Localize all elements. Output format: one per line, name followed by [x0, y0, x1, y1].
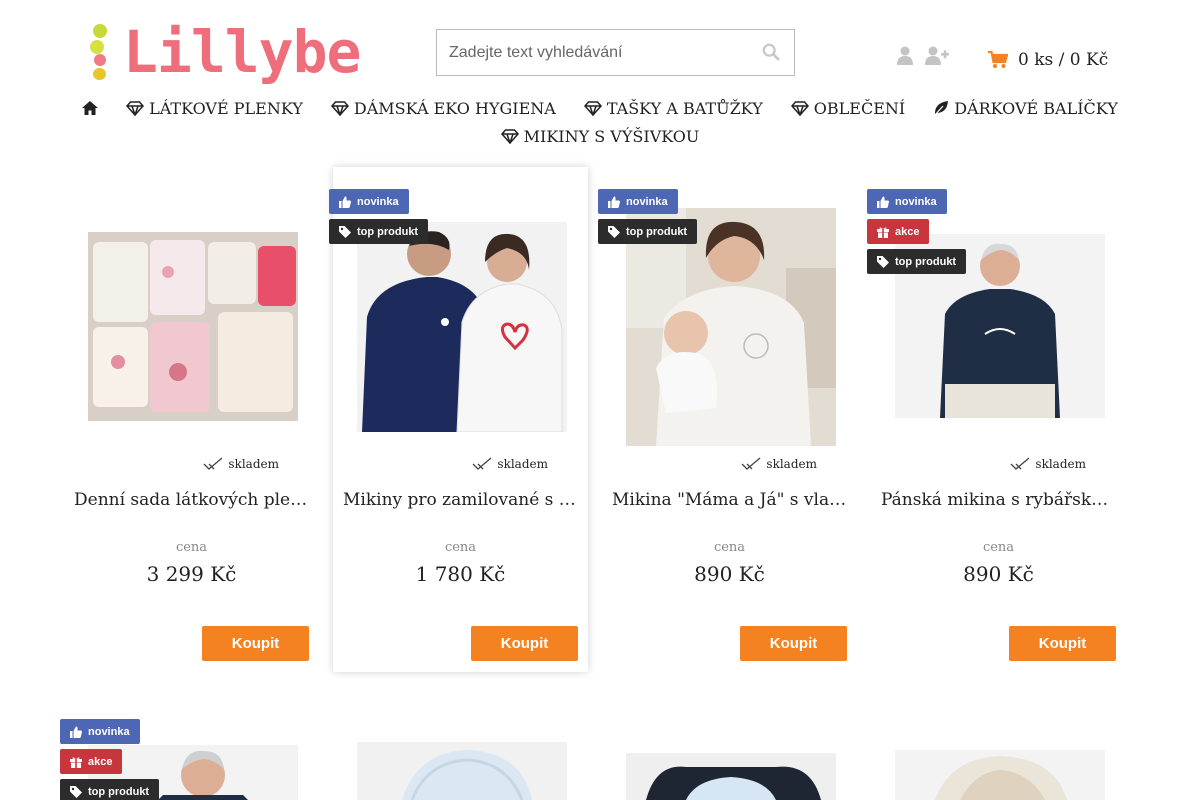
- tag-icon: [877, 255, 889, 268]
- product-badges: novinka top produkt: [329, 189, 429, 244]
- product-card[interactable]: [333, 697, 588, 800]
- product-price: 3 299 Kč: [146, 562, 237, 586]
- product-name[interactable]: Mikina "Máma a Já" s vlastní…: [612, 490, 847, 510]
- product-card[interactable]: novinka akce top produkt skladem Pánská …: [867, 167, 1126, 672]
- leaf-icon: [934, 101, 949, 116]
- search-input[interactable]: [437, 30, 737, 75]
- badge-akce: akce: [60, 749, 123, 774]
- badge-novinka: novinka: [867, 189, 947, 214]
- product-image[interactable]: [895, 750, 1105, 800]
- gift-icon: [877, 226, 889, 238]
- nav-label: TAŠKY A BATŮŽKY: [606, 98, 763, 118]
- nav-darkove-balicky[interactable]: DÁRKOVÉ BALÍČKY: [919, 96, 1132, 120]
- thumbs-up-icon: [608, 196, 620, 208]
- site-logo[interactable]: Lillybe: [90, 18, 365, 88]
- diamond-icon: [126, 100, 145, 116]
- badge-top-produkt: top produkt: [867, 249, 967, 274]
- product-card[interactable]: skladem Denní sada látkových plen, … cen…: [64, 167, 319, 672]
- badge-novinka: novinka: [598, 189, 678, 214]
- nav-latkove-plenky[interactable]: LÁTKOVÉ PLENKY: [112, 96, 317, 120]
- product-image[interactable]: [88, 232, 298, 421]
- product-card[interactable]: novinka top produkt skladem Mikina "Máma…: [598, 167, 857, 672]
- diamond-icon: [330, 100, 349, 116]
- nav-label: MIKINY S VÝŠIVKOU: [523, 126, 700, 146]
- nav-label: DÁRKOVÉ BALÍČKY: [954, 98, 1118, 118]
- nav-label: OBLEČENÍ: [813, 98, 906, 118]
- check-icon: [1010, 457, 1030, 470]
- product-card[interactable]: [602, 697, 857, 800]
- buy-button[interactable]: Koupit: [1009, 626, 1116, 661]
- diamond-icon: [500, 128, 519, 144]
- nav-mikiny-s-vysivkou[interactable]: MIKINY S VÝŠIVKOU: [487, 124, 714, 148]
- login-icon[interactable]: [897, 46, 913, 66]
- check-icon: [472, 457, 492, 470]
- price-label: cena: [713, 540, 746, 555]
- price-label: cena: [175, 540, 208, 555]
- buy-button[interactable]: Koupit: [202, 626, 309, 661]
- product-price: 890 Kč: [694, 562, 765, 586]
- product-image[interactable]: [626, 753, 836, 800]
- buy-button[interactable]: Koupit: [740, 626, 847, 661]
- search-icon[interactable]: [762, 43, 780, 61]
- product-name[interactable]: Mikiny pro zamilované s vla…: [343, 490, 578, 510]
- product-badges: novinka top produkt: [598, 189, 698, 244]
- check-icon: [741, 457, 761, 470]
- product-badges: novinka akce top produkt: [60, 719, 160, 800]
- tag-icon: [70, 785, 82, 798]
- nav-damska-eko-hygiena[interactable]: DÁMSKÁ EKO HYGIENA: [317, 96, 570, 120]
- tag-icon: [608, 225, 620, 238]
- product-card[interactable]: novinka akce top produkt: [60, 697, 319, 800]
- search-box: [436, 29, 795, 76]
- cart-summary[interactable]: 0 ks / 0 Kč: [988, 50, 1108, 70]
- badge-top-produkt: top produkt: [60, 779, 160, 800]
- nav-label: DÁMSKÁ EKO HYGIENA: [353, 98, 556, 118]
- badge-top-produkt: top produkt: [329, 219, 429, 244]
- gift-icon: [70, 756, 82, 768]
- tag-icon: [339, 225, 351, 238]
- account-links: [897, 46, 949, 66]
- product-price: 890 Kč: [963, 562, 1034, 586]
- product-name[interactable]: Pánská mikina s rybářskou v…: [881, 490, 1116, 510]
- diamond-icon: [583, 100, 602, 116]
- logo-text: Lillybe: [123, 18, 361, 86]
- thumbs-up-icon: [877, 196, 889, 208]
- nav-label: LÁTKOVÉ PLENKY: [149, 98, 303, 118]
- nav-tasky-a-batuzky[interactable]: TAŠKY A BATŮŽKY: [570, 96, 777, 120]
- product-card[interactable]: novinka top produkt skladem Mikiny pro z…: [329, 167, 588, 672]
- product-price: 1 780 Kč: [415, 562, 506, 586]
- badge-akce: akce: [867, 219, 930, 244]
- product-image[interactable]: [357, 742, 567, 800]
- cart-text: 0 ks / 0 Kč: [1018, 50, 1109, 70]
- price-label: cena: [444, 540, 477, 555]
- check-icon: [203, 457, 223, 470]
- nav-obleceni[interactable]: OBLEČENÍ: [777, 96, 919, 120]
- product-badges: novinka akce top produkt: [867, 189, 967, 274]
- product-image[interactable]: [357, 222, 567, 432]
- register-icon[interactable]: [925, 46, 949, 66]
- stock-status: skladem: [741, 457, 817, 471]
- diamond-icon: [790, 100, 809, 116]
- thumbs-up-icon: [70, 726, 82, 738]
- buy-button[interactable]: Koupit: [471, 626, 578, 661]
- product-card[interactable]: [871, 697, 1126, 800]
- nav-home[interactable]: [68, 96, 112, 120]
- stock-status: skladem: [203, 457, 279, 471]
- home-icon: [82, 101, 99, 115]
- badge-top-produkt: top produkt: [598, 219, 698, 244]
- price-label: cena: [982, 540, 1015, 555]
- badge-novinka: novinka: [60, 719, 140, 744]
- main-navigation: LÁTKOVÉ PLENKY DÁMSKÁ EKO HYGIENA TAŠKY …: [60, 96, 1140, 148]
- stock-status: skladem: [472, 457, 548, 471]
- badge-novinka: novinka: [329, 189, 409, 214]
- product-name[interactable]: Denní sada látkových plen, …: [74, 490, 309, 510]
- cart-icon: [988, 51, 1008, 68]
- stock-status: skladem: [1010, 457, 1086, 471]
- thumbs-up-icon: [339, 196, 351, 208]
